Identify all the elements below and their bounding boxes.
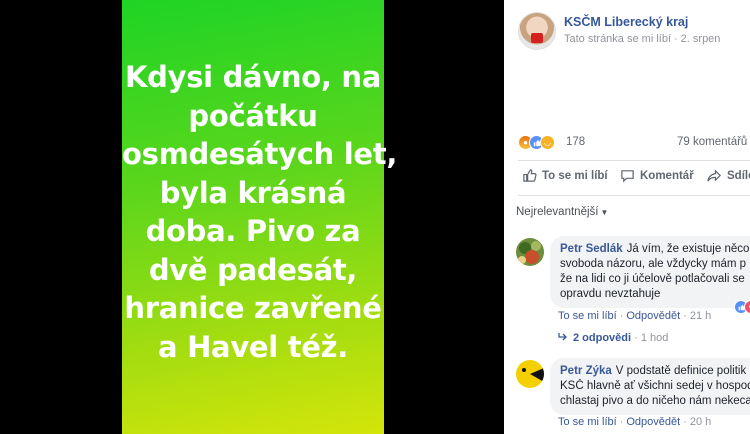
post-sidebar: KSČM Liberecký kraj Tato stránka se mi l…: [504, 0, 750, 434]
divider: [518, 160, 750, 161]
comment-reactions[interactable]: ♥: [734, 300, 750, 316]
comment-author[interactable]: Petr Sedlák: [560, 243, 623, 255]
replies-time: 1 hod: [640, 332, 669, 344]
comment-line: Petr Sedlák Já vím, že existuje něco: [560, 242, 750, 257]
comment-actions: To se mi líbí · Odpovědět · 20 h: [558, 416, 711, 428]
comment-line: svoboda názoru, ale vždycky mám p: [560, 258, 747, 270]
comment-reply-link[interactable]: Odpovědět: [626, 310, 680, 322]
comment-line: Petr Zýka V podstatě definice politik: [560, 364, 750, 379]
separator-dot: ·: [683, 310, 687, 322]
comment-author[interactable]: Petr Zýka: [560, 365, 612, 377]
image-text-line: osmdesátych let,: [122, 137, 398, 171]
comments-count[interactable]: 79 komentářů: [677, 136, 747, 148]
image-text-line: počátku: [188, 98, 318, 133]
comment-like-link[interactable]: To se mi líbí: [558, 310, 617, 322]
page-like-status[interactable]: Tato stránka se mi líbí: [564, 33, 671, 45]
comment-time[interactable]: 20 h: [690, 416, 711, 428]
divider: [518, 195, 750, 196]
image-text-line: a Havel též.: [158, 329, 348, 364]
replies-count: 2 odpovědi: [573, 332, 632, 344]
comment-line: chlastaj pivo a do ničeho nám nekeca: [560, 395, 750, 407]
separator-dot: ·: [619, 416, 624, 428]
image-text-line: byla krásná: [159, 175, 347, 210]
comment-button[interactable]: Komentář: [620, 168, 694, 183]
reactions-bar: ● ◡ 178 79 komentářů: [518, 135, 750, 153]
comment-reply-link[interactable]: Odpovědět: [626, 416, 680, 428]
separator-dot: ·: [683, 416, 687, 428]
image-text-line: dvě padesát,: [148, 252, 358, 287]
comment-icon: [621, 170, 634, 183]
separator-dot: ·: [619, 310, 624, 322]
share-button[interactable]: Sdílet: [707, 168, 750, 183]
post-image[interactable]: Kdysi dávno, na počátku osmdesátych let,…: [122, 0, 398, 434]
view-replies-link[interactable]: 2 odpovědi · 1 hod: [558, 332, 668, 344]
separator-dot: ·: [674, 33, 678, 45]
comment-button-label: Komentář: [640, 169, 694, 182]
comment-bubble: Petr Sedlák Já vím, že existuje něco svob…: [550, 236, 750, 308]
comment-time[interactable]: 21 h: [690, 310, 711, 322]
post-date[interactable]: 2. srpen: [681, 33, 721, 45]
comment-text: Já vím, že existuje něco: [626, 243, 750, 255]
post-actions: To se mi líbí Komentář Sdílet: [518, 166, 750, 188]
comment-line: KSČ hlavně ať všichni sedej v hospod: [560, 380, 750, 392]
reply-arrow-icon: [558, 333, 567, 341]
share-button-label: Sdílet: [727, 169, 750, 182]
comment-line: že na lidi co ji účelově potlačovali se: [560, 273, 745, 285]
post-meta: Tato stránka se mi líbí · 2. srpen: [564, 33, 720, 45]
like-button-label: To se mi líbí: [542, 169, 608, 182]
thumbs-up-icon: [523, 169, 537, 182]
commenter-avatar[interactable]: [516, 238, 544, 266]
comment-text: V podstatě definice politik: [615, 365, 747, 377]
comment-like-link[interactable]: To se mi líbí: [558, 416, 617, 428]
image-text: Kdysi dávno, na počátku osmdesátych let,…: [122, 58, 398, 366]
comment-sort-dropdown[interactable]: Nejrelevantnější ▼: [516, 206, 608, 218]
photo-viewer: Kdysi dávno, na počátku osmdesátych let,…: [0, 0, 504, 434]
comment-line: opravdu nevztahuje: [560, 288, 661, 300]
image-text-line: Kdysi dávno, na: [124, 60, 382, 94]
sort-label: Nejrelevantnější: [516, 206, 599, 218]
page-name-link[interactable]: KSČM Liberecký kraj: [564, 15, 688, 29]
comment-actions: To se mi líbí · Odpovědět · 21 h: [558, 310, 711, 322]
comment-bubble: Petr Zýka V podstatě definice politik KSČ…: [550, 358, 750, 415]
image-text-line: doba. Pivo za: [145, 214, 361, 248]
share-icon: [707, 169, 721, 182]
commenter-avatar[interactable]: [516, 360, 544, 388]
image-text-line: hranice zavřené: [124, 291, 382, 325]
like-button[interactable]: To se mi líbí: [522, 168, 608, 183]
haha-reaction-icon[interactable]: ◡: [540, 135, 555, 150]
caret-down-icon: ▼: [600, 208, 609, 217]
flag-icon: [531, 33, 543, 43]
page-avatar[interactable]: [518, 12, 556, 50]
reaction-count[interactable]: 178: [566, 136, 585, 148]
